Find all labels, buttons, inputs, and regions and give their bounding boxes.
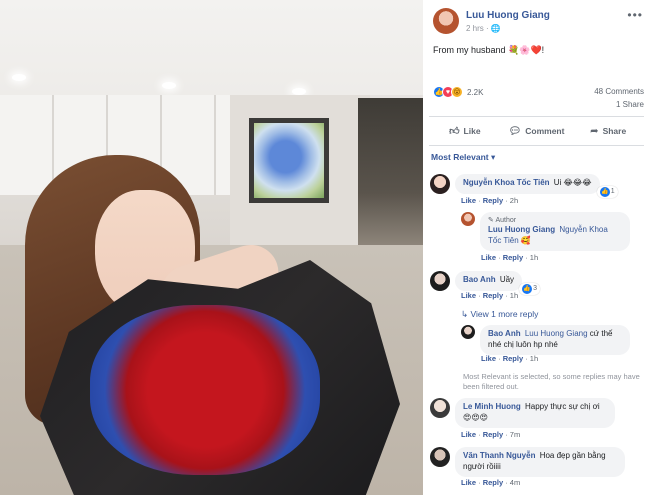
author-name[interactable]: Luu Huong Giang [466,10,550,21]
comment-like-link[interactable]: Like [461,196,476,205]
post-time[interactable]: 2 hrs · 🌐 [466,24,501,33]
commenter-name[interactable]: Le Minh Huong [463,402,521,411]
like-button[interactable]: 👍︎ Like [429,117,501,145]
reply: Bao Anh Luu Huong Giang cứ thế nhé chị l… [461,325,630,355]
reaction-summary[interactable]: 👍 ♥ 😮 2.2K [433,86,483,98]
reply-reply-link[interactable]: Reply [503,354,523,363]
comment-like-link[interactable]: Like [461,478,476,487]
replier-avatar[interactable] [461,325,475,339]
replier-name[interactable]: Luu Huong Giang [488,225,555,234]
comment-bubble: Nguyễn Khoa Tốc Tiên Ui 😂😂😂 👍 1 [455,174,618,198]
reply-like-link[interactable]: Like [481,354,496,363]
reply-meta: Like · Reply · 1h [481,253,539,262]
reply-bubble: Bao Anh Luu Huong Giang cứ thế nhé chị l… [480,325,630,355]
comment-sort-dropdown[interactable]: Most Relevant ▾ [431,152,495,163]
ceiling-light [162,82,176,89]
action-bar: 👍︎ Like 💬︎ Comment ➦ Share [429,116,644,146]
replier-avatar[interactable] [461,212,475,226]
view-more-replies-link[interactable]: ↳ View 1 more reply [461,309,538,320]
comment-button[interactable]: 💬︎ Comment [501,117,573,145]
more-options-icon[interactable]: ••• [627,8,643,22]
post-header: Luu Huong Giang 2 hrs · 🌐 ••• [433,8,643,38]
post-text: From my husband 💐🌸❤️! [433,45,545,55]
reply: ✎ Author Luu Huong Giang Nguyễn Khoa Tốc… [461,212,630,252]
share-button[interactable]: ➦ Share [572,117,644,145]
commenter-avatar[interactable] [430,447,450,467]
ceiling-light [12,74,26,81]
commenter-name[interactable]: Văn Thanh Nguyễn [463,451,535,460]
comment-reply-link[interactable]: Reply [483,430,503,439]
comment: Nguyễn Khoa Tốc Tiên Ui 😂😂😂 👍 1 [430,174,618,198]
author-badge: ✎ Author [488,217,517,224]
commenter-name[interactable]: Bao Anh [463,275,496,284]
thumbs-up-icon: 👍︎ [449,126,460,137]
like-reaction-icon: 👍 [522,284,533,294]
photo-bouquet [90,305,320,475]
commenter-name[interactable]: Nguyễn Khoa Tốc Tiên [463,178,550,187]
comment-reply-link[interactable]: Reply [483,291,503,300]
comment-bubble: Văn Thanh Nguyễn Hoa đẹp gần bằng người … [455,447,625,477]
reply-meta: Like · Reply · 1h [481,354,539,363]
wow-reaction-icon: 😮 [451,86,463,98]
comment-reactions[interactable]: 👍 3 [519,283,541,295]
comment-meta: Like · Reply · 1h [461,291,519,300]
comment-bubble: Le Minh Huong Happy thực sự chị ơi 😍😍😍 [455,398,615,428]
comment-meta: Like · Reply · 4m [461,478,521,487]
photo-ceiling [0,0,423,95]
share-icon: ➦ [590,125,599,137]
globe-icon: 🌐 [490,24,501,33]
comment-reply-link[interactable]: Reply [483,196,503,205]
comment: Le Minh Huong Happy thực sự chị ơi 😍😍😍 [430,398,615,428]
post-sidebar: Luu Huong Giang 2 hrs · 🌐 ••• From my hu… [423,0,650,495]
like-reaction-icon: 👍 [599,187,610,197]
reply-like-link[interactable]: Like [481,253,496,262]
comment: Văn Thanh Nguyễn Hoa đẹp gần bằng người … [430,447,625,477]
commenter-avatar[interactable] [430,174,450,194]
photo-painting [249,118,329,203]
comment-icon: 💬︎ [508,125,522,137]
comments-count[interactable]: 48 Comments [594,87,644,96]
mention-tag[interactable]: Luu Huong Giang [525,329,588,338]
replier-name[interactable]: Bao Anh [488,329,521,338]
comment-like-link[interactable]: Like [461,291,476,300]
reply-bubble: ✎ Author Luu Huong Giang Nguyễn Khoa Tốc… [480,212,630,252]
filter-note: Most Relevant is selected, so some repli… [463,372,640,392]
commenter-avatar[interactable] [430,271,450,291]
comment: Bao Anh Uầy 👍 3 [430,271,541,295]
comment-meta: Like · Reply · 2h [461,196,519,205]
share-count[interactable]: 1 Share [616,100,644,109]
comment-like-link[interactable]: Like [461,430,476,439]
ceiling-light [292,88,306,95]
comment-bubble: Bao Anh Uầy 👍 3 [455,271,541,295]
comment-meta: Like · Reply · 7m [461,430,521,439]
reaction-count: 2.2K [467,87,484,97]
comment-reply-link[interactable]: Reply [483,478,503,487]
comment-reactions[interactable]: 👍 1 [596,186,618,198]
reply-reply-link[interactable]: Reply [503,253,523,262]
commenter-avatar[interactable] [430,398,450,418]
author-avatar[interactable] [433,8,459,34]
post-photo[interactable] [0,0,423,495]
